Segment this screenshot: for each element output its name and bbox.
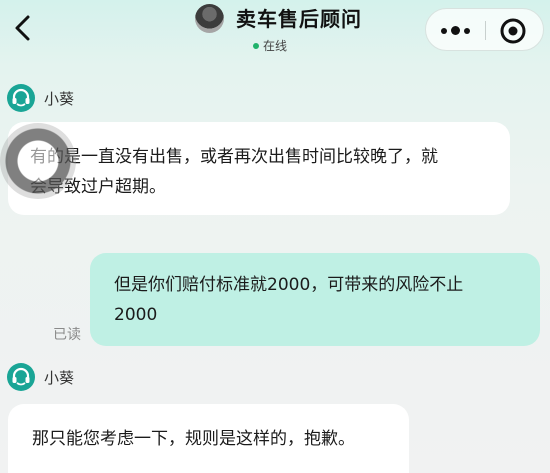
customer-service-headset-icon — [7, 84, 35, 112]
message-line: 但是你们赔付标准就2000，可带来的风险不止 — [114, 275, 464, 295]
message-line: 有的是一直没有出售，或者再次出售时间比较晚了，就 — [30, 147, 438, 167]
status-dot-icon — [253, 42, 259, 49]
customer-service-headset-icon — [7, 363, 35, 391]
incoming-message[interactable]: 有的是一直没有出售，或者再次出售时间比较晚了，就 会导致过户超期。 — [8, 122, 510, 215]
outgoing-message[interactable]: 但是你们赔付标准就2000，可带来的风险不止 2000 — [90, 253, 540, 346]
agent-header: 小葵 — [6, 361, 74, 393]
agent-header: 小葵 — [6, 82, 74, 114]
message-line: 会导致过户超期。 — [30, 177, 166, 197]
avatar[interactable] — [195, 4, 224, 33]
more-dots-icon[interactable] — [426, 9, 485, 52]
agent-name: 小葵 — [44, 368, 75, 387]
capsule-divider — [485, 21, 486, 40]
chat-header: 卖车售后顾问 在线 — [0, 0, 550, 66]
agent-name: 小葵 — [44, 89, 75, 108]
incoming-message[interactable]: 那只能您考虑一下，规则是这样的，抱歉。 — [8, 404, 409, 473]
message-line: 2000 — [114, 305, 158, 325]
mini-program-capsule — [425, 8, 544, 51]
chevron-left-icon[interactable] — [9, 11, 35, 45]
read-receipt: 已读 — [53, 327, 81, 343]
touch-indicator — [0, 123, 76, 199]
page-title: 卖车售后顾问 — [236, 7, 362, 31]
status-text: 在线 — [263, 39, 288, 53]
online-status: 在线 — [253, 37, 287, 54]
target-close-icon[interactable] — [498, 16, 528, 46]
message-line: 那只能您考虑一下，规则是这样的，抱歉。 — [32, 429, 355, 449]
